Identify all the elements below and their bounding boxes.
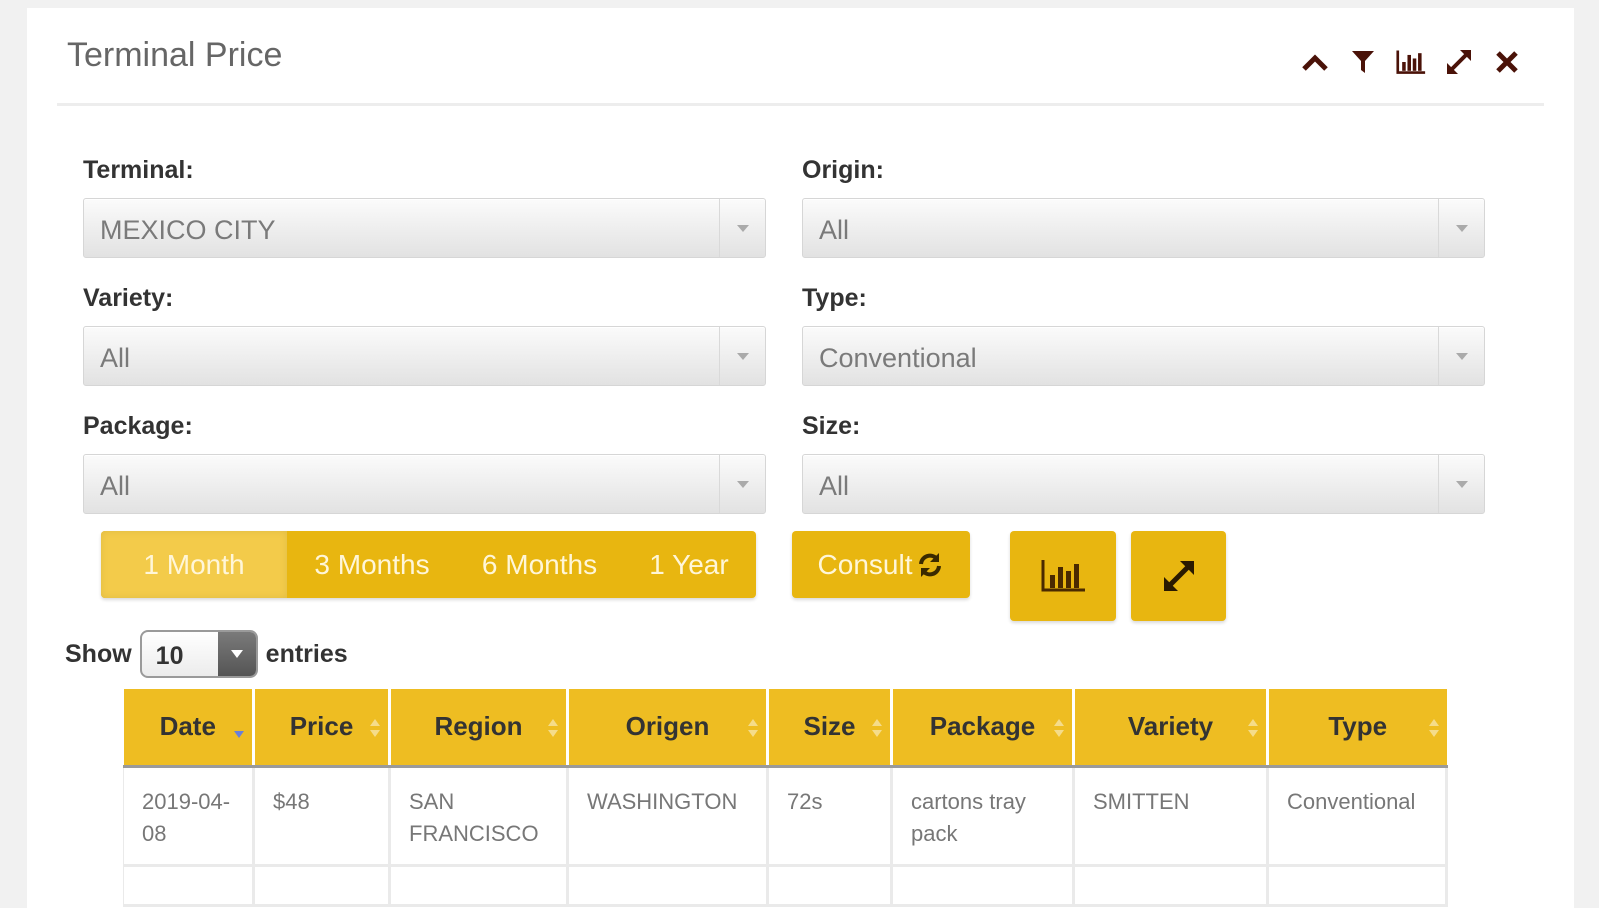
sort-both-icon bbox=[1428, 719, 1439, 737]
variety-label: Variety: bbox=[83, 284, 174, 312]
table-row bbox=[123, 865, 1448, 907]
cell-package: cartons tray pack bbox=[891, 766, 1075, 867]
column-header-origen[interactable]: Origen bbox=[567, 689, 769, 768]
period-1-year-button[interactable]: 1 Year bbox=[622, 531, 756, 598]
filter-icon[interactable] bbox=[1348, 47, 1378, 77]
chevron-down-icon bbox=[719, 327, 765, 385]
column-header-region[interactable]: Region bbox=[389, 689, 569, 768]
terminal-select[interactable]: MEXICO CITY bbox=[83, 198, 766, 258]
chevron-down-icon bbox=[1438, 199, 1484, 257]
cell-empty bbox=[767, 865, 893, 907]
size-select[interactable]: All bbox=[802, 454, 1485, 514]
origin-label: Origin: bbox=[802, 156, 884, 184]
panel-toolbar bbox=[1300, 44, 1522, 80]
cell-empty bbox=[891, 865, 1075, 907]
panel-title: Terminal Price bbox=[67, 36, 283, 74]
entries-select-value: 10 bbox=[155, 642, 184, 670]
cell-date: 2019-04-08 bbox=[123, 766, 255, 867]
column-header-label: Variety bbox=[1127, 711, 1214, 742]
chevron-up-icon[interactable] bbox=[1300, 47, 1330, 77]
column-header-date[interactable]: Date bbox=[123, 689, 255, 768]
origin-select-value: All bbox=[819, 215, 850, 245]
entries-select[interactable]: 10 bbox=[139, 630, 258, 678]
close-icon[interactable] bbox=[1492, 47, 1522, 77]
consult-button[interactable]: Consult bbox=[792, 531, 970, 598]
cell-type: Conventional bbox=[1267, 766, 1448, 867]
bar-chart-icon bbox=[1040, 559, 1086, 593]
type-label: Type: bbox=[802, 284, 867, 312]
column-header-type[interactable]: Type bbox=[1267, 689, 1447, 768]
cell-variety: SMITTEN bbox=[1073, 766, 1269, 867]
origin-select[interactable]: All bbox=[802, 198, 1485, 258]
cell-empty bbox=[389, 865, 569, 907]
type-select[interactable]: Conventional bbox=[802, 326, 1485, 386]
package-select[interactable]: All bbox=[83, 454, 766, 514]
package-select-value: All bbox=[100, 471, 131, 501]
entries-label: entries bbox=[265, 639, 348, 668]
column-header-variety[interactable]: Variety bbox=[1073, 689, 1269, 768]
size-select-value: All bbox=[819, 471, 850, 501]
period-button-group: 1 Month 3 Months 6 Months 1 Year bbox=[101, 531, 756, 598]
period-3-months-button[interactable]: 3 Months bbox=[287, 531, 457, 598]
sort-both-icon bbox=[370, 719, 380, 737]
consult-button-label: Consult bbox=[817, 548, 913, 580]
cell-origen: WASHINGTON bbox=[567, 766, 769, 867]
terminal-price-table: Date Price Region Origen Size Package Va… bbox=[123, 689, 1448, 907]
column-header-label: Type bbox=[1328, 711, 1388, 742]
sort-both-icon bbox=[1248, 719, 1258, 737]
column-header-label: Date bbox=[159, 711, 216, 742]
expand-icon bbox=[1160, 557, 1198, 595]
terminal-select-value: MEXICO CITY bbox=[100, 215, 276, 245]
period-6-months-button[interactable]: 6 Months bbox=[457, 531, 622, 598]
refresh-icon bbox=[916, 551, 944, 579]
sort-both-icon bbox=[1054, 719, 1064, 737]
type-select-value: Conventional bbox=[819, 343, 977, 373]
sort-both-icon bbox=[872, 719, 882, 737]
column-header-label: Origen bbox=[625, 711, 710, 742]
table-header-row: Date Price Region Origen Size Package Va… bbox=[123, 689, 1447, 768]
length-menu: Show 10 entries bbox=[65, 628, 348, 680]
variety-select-value: All bbox=[100, 343, 131, 373]
table-row: 2019-04-08 $48 SAN FRANCISCO WASHINGTON … bbox=[123, 766, 1448, 867]
column-header-label: Price bbox=[289, 711, 354, 742]
package-label: Package: bbox=[83, 412, 193, 440]
sort-both-icon bbox=[548, 719, 558, 737]
chart-button[interactable] bbox=[1010, 531, 1116, 621]
sort-desc-icon bbox=[234, 731, 244, 738]
chevron-down-icon bbox=[1438, 455, 1484, 513]
variety-select[interactable]: All bbox=[83, 326, 766, 386]
chevron-down-icon bbox=[1438, 327, 1484, 385]
column-header-price[interactable]: Price bbox=[253, 689, 391, 768]
cell-empty bbox=[1267, 865, 1448, 907]
cell-empty bbox=[123, 865, 255, 907]
terminal-label: Terminal: bbox=[83, 156, 194, 184]
cell-empty bbox=[567, 865, 769, 907]
fullscreen-button[interactable] bbox=[1131, 531, 1226, 621]
bar-chart-icon[interactable] bbox=[1396, 47, 1426, 77]
period-1-month-button[interactable]: 1 Month bbox=[101, 531, 287, 598]
cell-region: SAN FRANCISCO bbox=[389, 766, 569, 867]
chevron-down-icon bbox=[719, 199, 765, 257]
panel-header: Terminal Price bbox=[57, 8, 1544, 106]
column-header-label: Package bbox=[929, 711, 1036, 742]
size-label: Size: bbox=[802, 412, 861, 440]
cell-empty bbox=[253, 865, 391, 907]
cell-size: 72s bbox=[767, 766, 893, 867]
column-header-package[interactable]: Package bbox=[891, 689, 1075, 768]
column-header-label: Region bbox=[434, 711, 523, 742]
expand-icon[interactable] bbox=[1444, 47, 1474, 77]
sort-both-icon bbox=[748, 719, 758, 737]
cell-empty bbox=[1073, 865, 1269, 907]
column-header-label: Size bbox=[803, 711, 856, 742]
column-header-size[interactable]: Size bbox=[767, 689, 893, 768]
show-label: Show bbox=[65, 639, 132, 668]
cell-price: $48 bbox=[253, 766, 391, 867]
chevron-down-icon bbox=[719, 455, 765, 513]
chevron-down-icon bbox=[217, 632, 256, 676]
